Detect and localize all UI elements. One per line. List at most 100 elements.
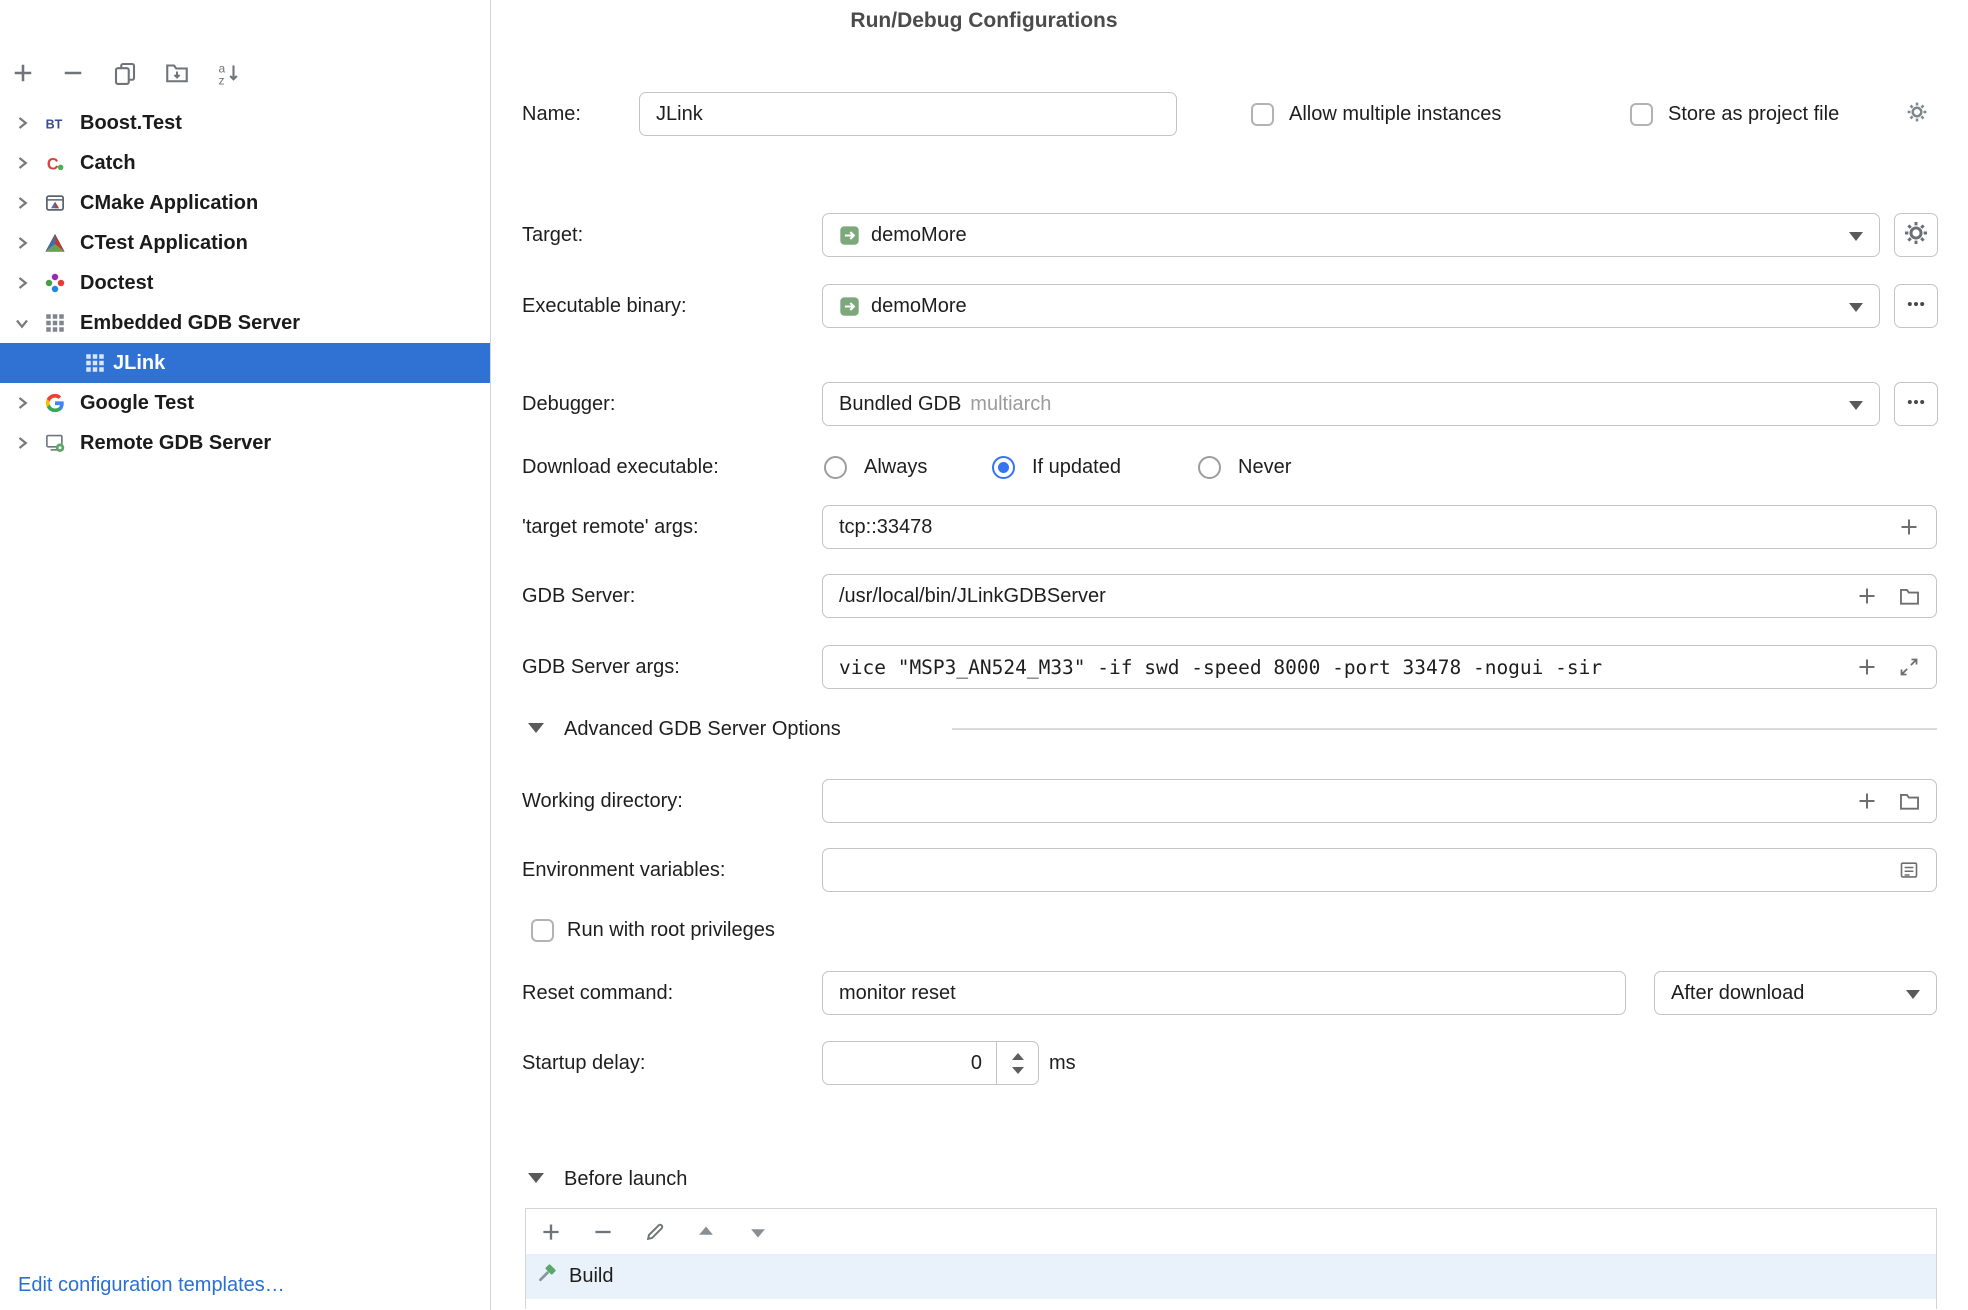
store-as-project-file-checkbox[interactable] (1630, 103, 1653, 126)
section-divider (952, 728, 1937, 730)
target-settings-button[interactable] (1894, 213, 1938, 257)
move-down-icon (747, 1221, 769, 1243)
working-directory-input[interactable] (822, 779, 1937, 823)
build-hammer-icon (535, 1263, 557, 1291)
remove-configuration-button[interactable] (58, 60, 88, 90)
add-configuration-button[interactable] (8, 60, 38, 90)
tree-item-label: CTest Application (80, 223, 248, 263)
edit-configuration-templates-link[interactable]: Edit configuration templates… (18, 1263, 285, 1307)
tree-item-jlink[interactable]: JLink (0, 343, 490, 383)
chevron-down-icon (1906, 990, 1920, 999)
debugger-combobox[interactable]: Bundled GDB multiarch (822, 382, 1880, 426)
browse-folder-icon[interactable] (1898, 790, 1920, 812)
chevron-right-icon[interactable] (12, 193, 32, 213)
chevron-right-icon[interactable] (12, 233, 32, 253)
move-into-folder-button[interactable] (162, 60, 192, 90)
executable-binary-browse-button[interactable] (1894, 284, 1938, 328)
stepper-down-icon[interactable] (1012, 1067, 1024, 1074)
tree-item-doctest[interactable]: Doctest (0, 263, 490, 303)
environment-variables-input[interactable] (822, 848, 1937, 892)
allow-multiple-instances-label: Allow multiple instances (1289, 92, 1501, 136)
gdb-server-input[interactable]: /usr/local/bin/JLinkGDBServer (822, 574, 1937, 618)
run-with-root-privileges-checkbox[interactable] (531, 919, 554, 942)
collapse-chevron-icon[interactable] (528, 723, 544, 733)
before-launch-edit-button[interactable] (644, 1221, 666, 1243)
radio-never[interactable] (1198, 456, 1221, 479)
reset-command-input[interactable]: monitor reset (822, 971, 1626, 1015)
environment-variables-label: Environment variables: (522, 848, 725, 892)
before-launch-add-button[interactable] (540, 1221, 562, 1243)
target-icon (839, 225, 860, 246)
gdb-server-value: /usr/local/bin/JLinkGDBServer (839, 585, 1106, 608)
store-as-project-file-label: Store as project file (1668, 92, 1839, 136)
before-launch-task-build[interactable]: Build (526, 1254, 1936, 1299)
chevron-right-icon[interactable] (12, 273, 32, 293)
insert-macro-plus-icon[interactable] (1856, 790, 1878, 812)
tree-item-catch[interactable]: C Catch (0, 143, 490, 183)
store-as-project-file-gear-icon[interactable] (1906, 101, 1928, 123)
run-debug-configurations-dialog: Run/Debug Configurations az BT Boost.Tes… (0, 0, 1968, 1310)
chevron-right-icon[interactable] (12, 433, 32, 453)
catch-icon: C (45, 153, 65, 173)
target-remote-args-input[interactable]: tcp::33478 (822, 505, 1937, 549)
insert-macro-plus-icon[interactable] (1856, 585, 1878, 607)
chevron-right-icon[interactable] (12, 153, 32, 173)
allow-multiple-instances-checkbox[interactable] (1251, 103, 1274, 126)
tree-item-label: Catch (80, 143, 136, 183)
insert-macro-plus-icon[interactable] (1856, 656, 1878, 678)
chevron-down-icon (1849, 232, 1863, 241)
executable-binary-combobox[interactable]: demoMore (822, 284, 1880, 328)
debugger-browse-button[interactable] (1894, 382, 1938, 426)
tree-item-label: Google Test (80, 383, 194, 423)
radio-if-updated[interactable] (992, 456, 1015, 479)
gdb-server-args-label: GDB Server args: (522, 645, 680, 689)
sort-alphabetically-icon: az (217, 61, 241, 90)
tree-item-label: Embedded GDB Server (80, 303, 300, 343)
gdb-server-args-input[interactable]: vice "MSP3_AN524_M33" -if swd -speed 800… (822, 645, 1937, 689)
tree-item-embedded-gdb-server[interactable]: Embedded GDB Server (0, 303, 490, 343)
doctest-icon (45, 273, 65, 293)
download-executable-label: Download executable: (522, 445, 719, 489)
google-test-icon (45, 393, 65, 413)
before-launch-move-down-button[interactable] (747, 1221, 769, 1243)
browse-folder-icon[interactable] (1898, 585, 1920, 607)
name-input[interactable]: JLink (639, 92, 1177, 136)
stepper-up-icon[interactable] (1012, 1053, 1024, 1060)
radio-always[interactable] (824, 456, 847, 479)
executable-binary-label: Executable binary: (522, 284, 687, 328)
tree-item-cmake-application[interactable]: CMake Application (0, 183, 490, 223)
chevron-expanded-icon[interactable] (12, 313, 32, 333)
collapse-chevron-icon[interactable] (528, 1173, 544, 1183)
expand-field-icon[interactable] (1898, 656, 1920, 678)
sort-configurations-button[interactable]: az (214, 60, 244, 90)
configurations-sidebar: az BT Boost.Test C Catch CMake Applicati… (0, 0, 491, 1310)
tree-item-google-test[interactable]: Google Test (0, 383, 490, 423)
insert-macro-plus-icon[interactable] (1898, 516, 1920, 538)
edit-variables-list-icon[interactable] (1898, 859, 1920, 881)
startup-delay-label: Startup delay: (522, 1041, 645, 1085)
number-stepper (996, 1042, 1038, 1084)
copy-icon (113, 61, 137, 90)
executable-binary-value: demoMore (871, 295, 967, 318)
tree-item-ctest-application[interactable]: CTest Application (0, 223, 490, 263)
tree-item-boost-test[interactable]: BT Boost.Test (0, 103, 490, 143)
chevron-right-icon[interactable] (12, 393, 32, 413)
chevron-down-icon (1849, 303, 1863, 312)
target-remote-args-value: tcp::33478 (839, 516, 932, 539)
task-label: Build (569, 1265, 613, 1288)
copy-configuration-button[interactable] (110, 60, 140, 90)
chevron-right-icon[interactable] (12, 113, 32, 133)
reset-when-combobox[interactable]: After download (1654, 971, 1937, 1015)
jlink-configuration-icon (85, 353, 105, 373)
target-combobox[interactable]: demoMore (822, 213, 1880, 257)
chevron-down-icon (1849, 401, 1863, 410)
tree-item-remote-gdb-server[interactable]: Remote GDB Server (0, 423, 490, 463)
before-launch-remove-button[interactable] (592, 1221, 614, 1243)
add-icon (11, 61, 35, 90)
ctest-application-icon (45, 233, 65, 253)
radio-if-updated-label: If updated (1032, 445, 1121, 489)
target-value: demoMore (871, 224, 967, 247)
before-launch-move-up-button[interactable] (695, 1221, 717, 1243)
startup-delay-input[interactable]: 0 (822, 1041, 1039, 1085)
add-icon (540, 1221, 562, 1243)
